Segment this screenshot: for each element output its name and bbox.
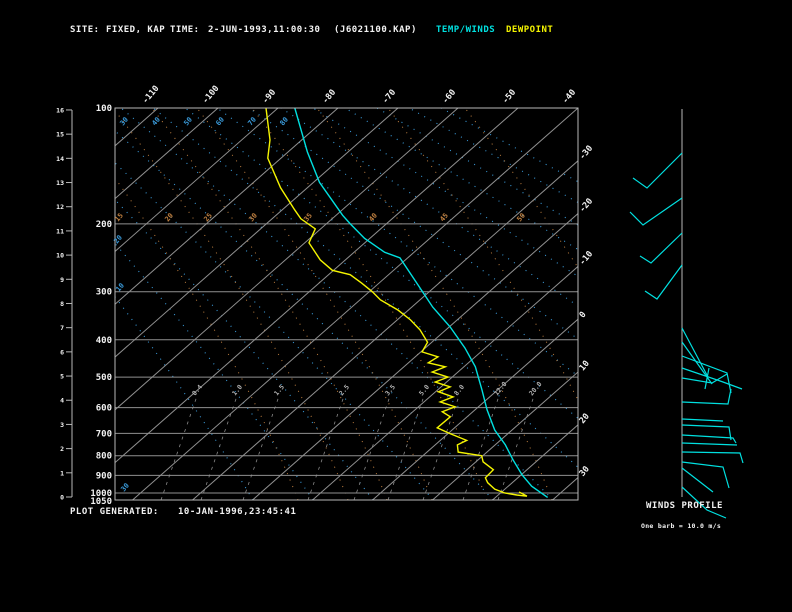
svg-text:900: 900: [96, 471, 112, 481]
svg-text:5.0: 5.0: [417, 383, 431, 397]
svg-text:5: 5: [60, 373, 64, 381]
svg-text:8.0: 8.0: [452, 383, 466, 397]
svg-text:10: 10: [578, 359, 592, 373]
svg-text:-50: -50: [501, 88, 519, 106]
wind-barb: [632, 152, 683, 189]
svg-text:13: 13: [56, 179, 64, 187]
wind-barb: [629, 197, 683, 226]
wind-profile-vector: [681, 467, 714, 493]
svg-text:10: 10: [56, 252, 64, 260]
svg-text:-70: -70: [381, 88, 399, 106]
wind-profile-vector: [681, 367, 743, 390]
moist-adiabat-labels: 15 20 25 30 35 40 45 50: [113, 212, 527, 224]
svg-text:25: 25: [202, 212, 214, 224]
svg-text:50: 50: [182, 116, 194, 128]
mixing-ratio-labels: 0.4 1.0 1.5 2.5 3.5 5.0 8.0 12.0 20.0: [190, 380, 543, 397]
dry-adiabat-labels: 30 40 50 60 70 80201030: [112, 116, 290, 494]
svg-text:600: 600: [96, 404, 112, 414]
svg-text:15: 15: [56, 131, 64, 139]
svg-text:300: 300: [96, 288, 112, 298]
svg-text:6: 6: [60, 348, 64, 356]
plot-line-families: [115, 108, 578, 500]
svg-text:100: 100: [96, 104, 112, 114]
svg-text:3.5: 3.5: [383, 383, 397, 397]
svg-text:-100: -100: [201, 84, 222, 106]
wind-profile-vector: [681, 418, 724, 422]
svg-text:80: 80: [278, 116, 290, 128]
svg-text:30: 30: [118, 116, 130, 128]
svg-text:12: 12: [56, 203, 64, 211]
wind-barb: [639, 232, 683, 264]
wind-profile-vector: [681, 388, 732, 405]
dry-adiabats: [115, 108, 578, 500]
svg-text:500: 500: [96, 373, 112, 383]
svg-text:0: 0: [60, 494, 64, 502]
svg-text:-90: -90: [261, 88, 279, 106]
svg-text:30: 30: [119, 482, 131, 494]
svg-text:2.5: 2.5: [337, 383, 351, 397]
height-axis: 012345678910111213141516: [56, 106, 73, 502]
isotherms: [115, 108, 578, 500]
svg-text:20: 20: [578, 412, 592, 426]
wind-barb: [644, 264, 683, 300]
svg-text:9: 9: [60, 276, 64, 284]
svg-text:14: 14: [56, 155, 64, 163]
isotherm-labels-top: -110 -100 -90 -80 -70 -60 -50 -40: [141, 84, 579, 106]
svg-text:-60: -60: [441, 88, 459, 106]
svg-text:1.0: 1.0: [230, 383, 244, 397]
svg-text:800: 800: [96, 452, 112, 462]
winds-column: [629, 109, 744, 519]
svg-text:700: 700: [96, 429, 112, 439]
svg-text:30: 30: [578, 464, 592, 478]
svg-text:3: 3: [60, 421, 64, 429]
isotherm-labels-right: -30 -20 -10 0 10 20 30: [578, 144, 596, 479]
svg-text:20: 20: [112, 234, 124, 246]
temperature-curve: [294, 108, 549, 499]
svg-text:16: 16: [56, 106, 64, 114]
svg-text:40: 40: [367, 212, 379, 224]
svg-text:50: 50: [515, 212, 527, 224]
svg-text:8: 8: [60, 300, 64, 308]
svg-text:70: 70: [246, 116, 258, 128]
svg-text:-30: -30: [578, 144, 596, 162]
svg-text:400: 400: [96, 336, 112, 346]
svg-text:0.4: 0.4: [190, 383, 204, 397]
svg-text:60: 60: [214, 116, 226, 128]
svg-text:0: 0: [578, 310, 589, 320]
svg-text:40: 40: [150, 116, 162, 128]
skewt-plot-canvas: -110 -100 -90 -80 -70 -60 -50 -40-30-20-1001020…: [56, 84, 744, 519]
plot-generated-value: 10-JAN-1996,23:45:41: [178, 507, 297, 517]
svg-text:-110: -110: [141, 84, 162, 106]
svg-text:20: 20: [163, 212, 175, 224]
svg-text:-80: -80: [321, 88, 339, 106]
svg-text:2: 2: [60, 445, 64, 453]
svg-text:1: 1: [60, 469, 64, 477]
winds-profile-title: WINDS PROFILE: [646, 501, 723, 511]
svg-text:1050: 1050: [90, 497, 112, 507]
svg-text:20.0: 20.0: [527, 380, 543, 397]
svg-text:200: 200: [96, 220, 112, 230]
svg-text:11: 11: [56, 227, 64, 235]
moist-adiabats: [115, 108, 578, 500]
svg-text:-10: -10: [578, 249, 596, 267]
wind-profile-vector: [681, 434, 737, 444]
svg-text:30: 30: [247, 212, 259, 224]
svg-text:7: 7: [60, 324, 64, 332]
wind-profile-vector: [681, 461, 730, 489]
wind-profile-vector: [681, 442, 738, 446]
svg-text:-20: -20: [578, 197, 596, 215]
svg-text:4: 4: [60, 397, 64, 405]
dewpoint-curve: [265, 108, 528, 497]
svg-text:-40: -40: [561, 88, 579, 106]
plot-generated-label: PLOT GENERATED:: [70, 507, 159, 517]
winds-profile-subtitle: One barb = 10.0 m/s: [641, 522, 722, 530]
wind-profile-vector: [681, 451, 744, 464]
skewt-app-window: SITE: FIXED, KAP TIME: 2-JUN-1993,11:00:…: [0, 0, 792, 612]
pressure-axis-labels: 10020030040050060070080090010001050: [90, 104, 112, 507]
svg-text:1.5: 1.5: [272, 383, 286, 397]
